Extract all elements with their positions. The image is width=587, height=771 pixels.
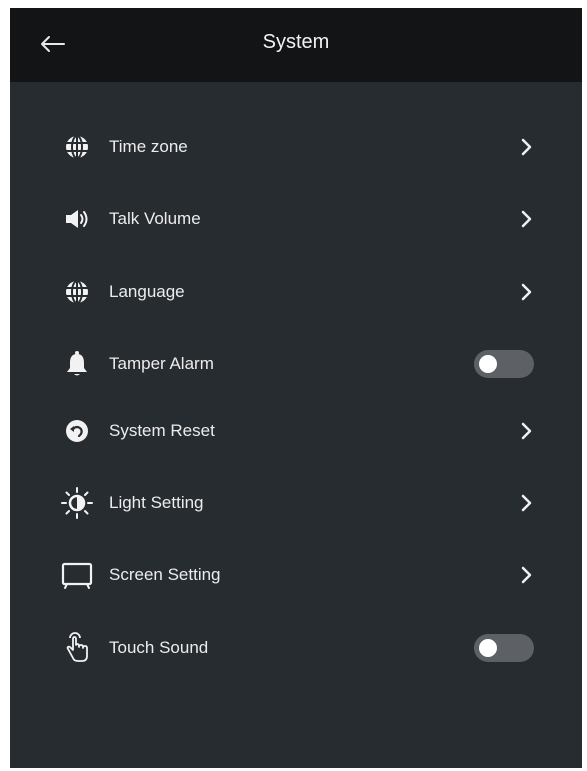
setting-talk-volume[interactable]: Talk Volume xyxy=(10,193,582,245)
header-bar: System xyxy=(10,8,582,82)
setting-time-zone[interactable]: Time zone xyxy=(10,121,582,173)
setting-label: Talk Volume xyxy=(109,209,201,228)
reset-icon xyxy=(60,414,94,448)
chevron-right-icon xyxy=(516,209,536,229)
setting-label: Tamper Alarm xyxy=(109,354,214,373)
globe-icon xyxy=(60,275,94,309)
setting-label: Language xyxy=(109,282,185,301)
speaker-icon xyxy=(60,202,94,236)
monitor-icon xyxy=(60,558,94,592)
setting-system-reset[interactable]: System Reset xyxy=(10,405,582,457)
setting-label: System Reset xyxy=(109,421,215,440)
toggle-knob xyxy=(479,639,497,657)
chevron-right-icon xyxy=(516,282,536,302)
chevron-right-icon xyxy=(516,137,536,157)
settings-screen: System Time zone Talk Volume Language Ta… xyxy=(10,8,582,768)
setting-tamper-alarm: Tamper Alarm xyxy=(10,338,582,390)
light-icon xyxy=(60,486,94,520)
setting-touch-sound: Touch Sound xyxy=(10,622,582,674)
toggle-knob xyxy=(479,355,497,373)
setting-language[interactable]: Language xyxy=(10,266,582,318)
setting-label: Touch Sound xyxy=(109,638,209,657)
bell-icon xyxy=(60,347,94,381)
chevron-right-icon xyxy=(516,565,536,585)
setting-screen[interactable]: Screen Setting xyxy=(10,549,582,601)
globe-icon xyxy=(60,130,94,164)
setting-light[interactable]: Light Setting xyxy=(10,477,582,529)
touch-sound-toggle[interactable] xyxy=(474,634,534,662)
touch-icon xyxy=(60,631,94,665)
tamper-alarm-toggle[interactable] xyxy=(474,350,534,378)
setting-label: Light Setting xyxy=(109,493,204,512)
setting-label: Screen Setting xyxy=(109,565,221,584)
page-title: System xyxy=(262,31,330,53)
chevron-right-icon xyxy=(516,493,536,513)
setting-label: Time zone xyxy=(109,137,188,156)
chevron-right-icon xyxy=(516,421,536,441)
